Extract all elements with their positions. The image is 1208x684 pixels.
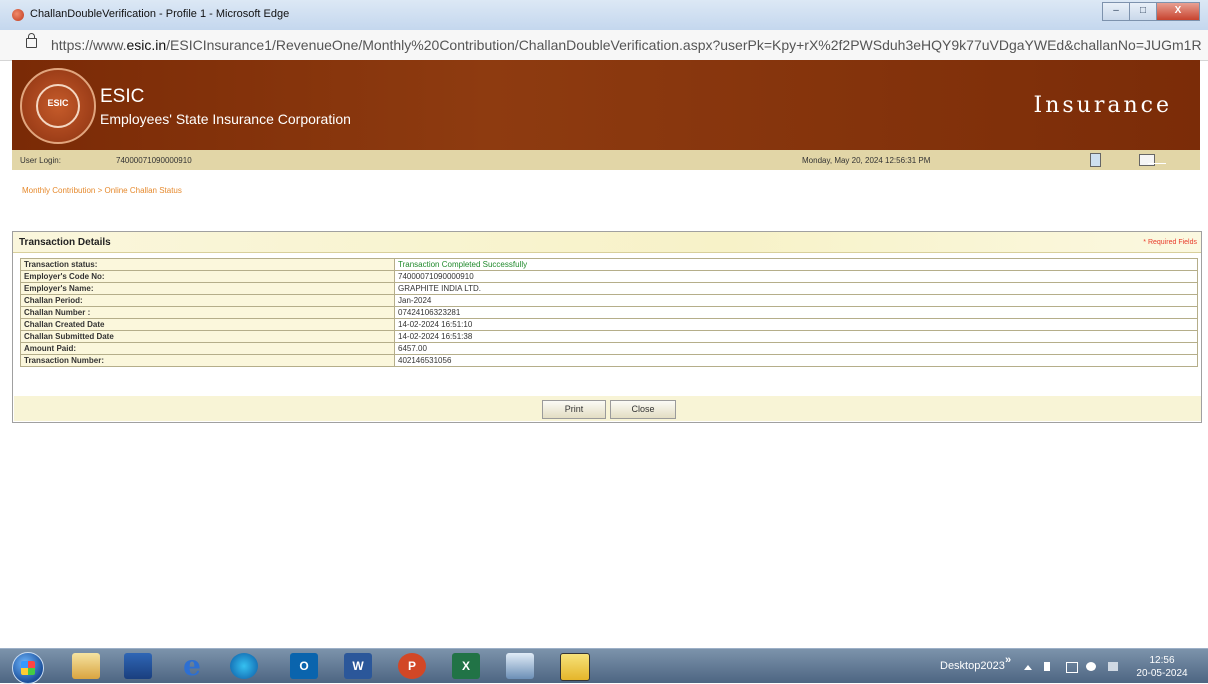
- edge-app-icon: [12, 9, 24, 21]
- start-button[interactable]: [12, 652, 44, 684]
- table-row: Employer's Code No: 74000071090000910: [20, 270, 1198, 283]
- excel-icon[interactable]: X: [452, 653, 480, 679]
- taskbar: e O W P X Desktop2023 » 12:56 20-05-2024: [0, 648, 1208, 684]
- desktop-toolbar-label[interactable]: Desktop2023: [940, 660, 1005, 672]
- breadcrumb[interactable]: Monthly Contribution > Online Challan St…: [22, 186, 182, 195]
- url-path: /ESICInsurance1/RevenueOne/Monthly%20Con…: [166, 37, 1201, 53]
- table-row: Transaction status: Transaction Completed…: [20, 258, 1198, 271]
- volume-icon[interactable]: [1044, 662, 1050, 671]
- table-row: Challan Created Date 14-02-2024 16:51:10: [20, 318, 1198, 331]
- clock-date: 20-05-2024: [1136, 668, 1188, 679]
- window-title-bar: ChallanDoubleVerification - Profile 1 - …: [0, 0, 1208, 31]
- microsoft-edge-icon[interactable]: [230, 653, 258, 679]
- transaction-details-table: Transaction status: Transaction Completed…: [20, 258, 1198, 367]
- table-row: Challan Submitted Date 14-02-2024 16:51:3…: [20, 330, 1198, 343]
- word-icon[interactable]: W: [344, 653, 372, 679]
- url-prefix: https://www.: [51, 37, 127, 53]
- internet-explorer-icon[interactable]: e: [178, 652, 206, 680]
- org-short-name: ESIC: [100, 86, 145, 107]
- url-text[interactable]: https://www.esic.in/ESICInsurance1/Reven…: [51, 37, 1201, 53]
- row-value: 402146531056: [394, 354, 1198, 367]
- clock-time: 12:56: [1149, 655, 1175, 666]
- logo-text: ESIC: [47, 98, 69, 108]
- security-icon[interactable]: [1086, 662, 1096, 671]
- powerpoint-icon[interactable]: P: [398, 653, 426, 679]
- logout-icon[interactable]: [1139, 154, 1166, 166]
- panel-title: Transaction Details: [19, 237, 111, 248]
- table-row: Employer's Name: GRAPHITE INDIA LTD.: [20, 282, 1198, 295]
- scanner-icon[interactable]: [506, 653, 534, 679]
- row-value: 74000071090000910: [394, 270, 1198, 283]
- home-icon[interactable]: [1090, 153, 1101, 167]
- panel-header: Transaction Details * Required Fields: [13, 232, 1201, 253]
- network-icon[interactable]: [1066, 662, 1078, 673]
- close-button[interactable]: Close: [610, 400, 676, 419]
- system-clock[interactable]: 12:56 20-05-2024: [1132, 654, 1192, 680]
- row-value: 14-02-2024 16:51:10: [394, 318, 1198, 331]
- table-row: Challan Number :07424106323281: [20, 306, 1198, 319]
- action-center-flag-icon[interactable]: [1108, 662, 1118, 671]
- minimize-button[interactable]: –: [1102, 2, 1130, 21]
- sticky-notes-icon[interactable]: [560, 653, 590, 681]
- site-header: ESIC ESIC Employees' State Insurance Cor…: [12, 60, 1200, 150]
- row-value: 14-02-2024 16:51:38: [394, 330, 1198, 343]
- windows-explorer-icon[interactable]: [72, 653, 100, 679]
- row-value: 07424106323281: [394, 306, 1198, 319]
- user-login-bar: User Login: 74000071090000910 Monday, Ma…: [12, 150, 1200, 170]
- row-label: Amount Paid:: [20, 342, 395, 355]
- row-label: Transaction status:: [20, 258, 395, 271]
- window-controls: – □ X: [1102, 2, 1200, 21]
- media-player-icon[interactable]: [124, 653, 152, 679]
- print-button[interactable]: Print: [542, 400, 606, 419]
- row-label: Transaction Number:: [20, 354, 395, 367]
- lock-icon[interactable]: [26, 33, 37, 48]
- address-bar[interactable]: https://www.esic.in/ESICInsurance1/Reven…: [0, 30, 1208, 61]
- current-datetime: Monday, May 20, 2024 12:56:31 PM: [802, 156, 931, 165]
- org-full-name: Employees' State Insurance Corporation: [100, 111, 351, 127]
- table-row: Challan Period: Jan-2024: [20, 294, 1198, 307]
- esic-logo: ESIC: [20, 68, 96, 144]
- required-fields-note: * Required Fields: [1143, 239, 1197, 246]
- table-row: Amount Paid: 6457.00: [20, 342, 1198, 355]
- button-row: Print Close: [14, 396, 1201, 421]
- outlook-icon[interactable]: O: [290, 653, 318, 679]
- row-label: Challan Created Date: [20, 318, 395, 331]
- row-value: Transaction Completed Successfully: [394, 258, 1198, 271]
- row-value: 6457.00: [394, 342, 1198, 355]
- toolbar-overflow-icon[interactable]: »: [1005, 654, 1011, 666]
- row-label: Employer's Code No:: [20, 270, 395, 283]
- row-label: Challan Period:: [20, 294, 395, 307]
- window-title: ChallanDoubleVerification - Profile 1 - …: [30, 8, 290, 20]
- row-label: Employer's Name:: [20, 282, 395, 295]
- close-window-button[interactable]: X: [1156, 2, 1200, 21]
- user-login-label: User Login:: [20, 156, 61, 165]
- show-hidden-icons-icon[interactable]: [1024, 665, 1032, 670]
- table-row: Transaction Number: 402146531056: [20, 354, 1198, 367]
- row-value: Jan-2024: [394, 294, 1198, 307]
- user-login-value: 74000071090000910: [116, 156, 192, 165]
- row-label: Challan Number :: [20, 306, 395, 319]
- row-value: GRAPHITE INDIA LTD.: [394, 282, 1198, 295]
- row-label: Challan Submitted Date: [20, 330, 395, 343]
- header-section-title: Insurance: [1033, 93, 1172, 118]
- url-domain: esic.in: [126, 37, 167, 53]
- maximize-button[interactable]: □: [1129, 2, 1157, 21]
- transaction-details-panel: Transaction Details * Required Fields Tr…: [12, 231, 1202, 423]
